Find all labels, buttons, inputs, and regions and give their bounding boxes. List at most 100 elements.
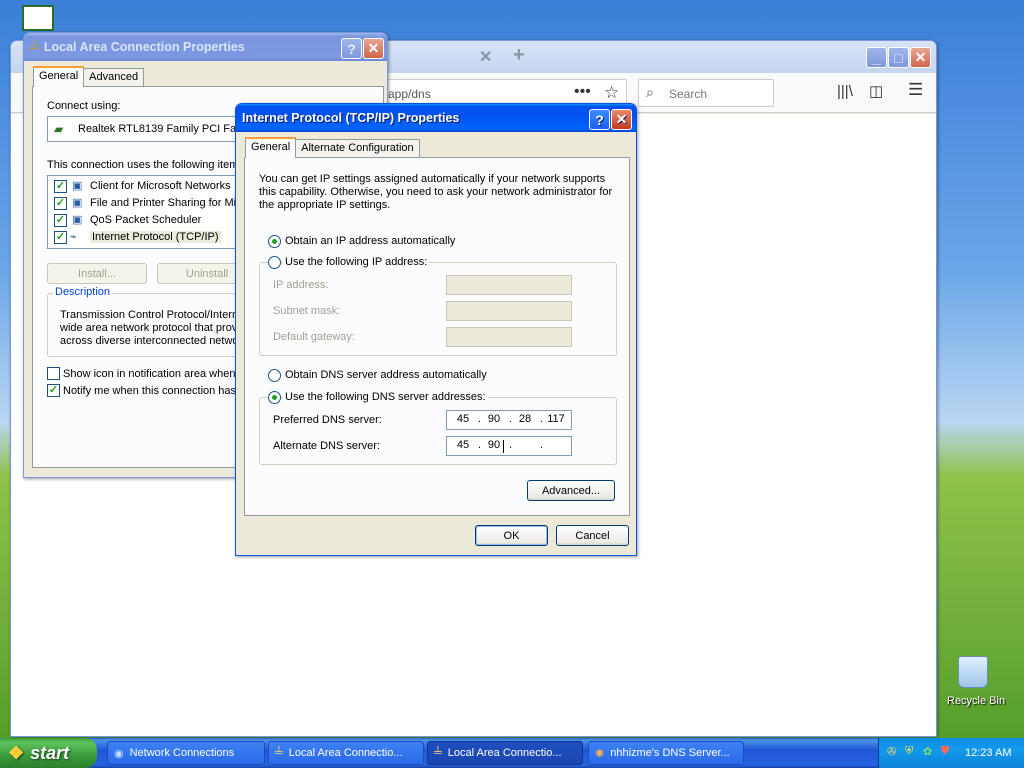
description-line: wide area network protocol that provi	[60, 322, 240, 334]
tray-network-icon[interactable]: ✇	[887, 745, 896, 758]
alternate-dns-label: Alternate DNS server:	[273, 440, 380, 452]
item-label-selected[interactable]: Internet Protocol (TCP/IP)	[90, 231, 221, 243]
taskbar-button-lac-2[interactable]: ╧ Local Area Connectio...	[427, 741, 583, 765]
obtain-dns-auto-radio[interactable]	[268, 369, 281, 382]
ip-octet: 117	[547, 413, 565, 425]
item-icon: ▣	[72, 214, 83, 226]
install-button[interactable]: Install...	[47, 263, 147, 284]
url-text: app/dns	[388, 87, 431, 101]
windows-logo-icon: ❖	[8, 742, 25, 763]
nic-icon: ▰	[54, 122, 64, 136]
preferred-dns-field[interactable]: 45 . 90 . 28 . 117	[446, 410, 572, 430]
help-button[interactable]: ?	[341, 38, 362, 59]
ip-address-field[interactable]	[446, 275, 572, 295]
ip-address-label: IP address:	[273, 279, 329, 291]
help-button[interactable]: ?	[589, 109, 610, 130]
show-icon-label: Show icon in notification area when	[63, 368, 236, 380]
taskbar-button-network-connections[interactable]: ◉ Network Connections	[107, 741, 265, 765]
network-connections-icon: ◉	[114, 747, 124, 760]
tab-general[interactable]: General	[33, 66, 85, 87]
ip-dot: .	[509, 439, 513, 451]
ip-octet: 90	[487, 413, 501, 425]
tab-general[interactable]: General	[245, 137, 297, 158]
network-icon: ╧	[275, 747, 283, 759]
taskbar-button-dns-server[interactable]: ✺ nhhizme's DNS Server...	[588, 741, 744, 765]
use-following-ip-label[interactable]: Use the following IP address:	[283, 256, 430, 268]
adapter-name: Realtek RTL8139 Family PCI Fas	[78, 123, 242, 135]
ok-button[interactable]: OK	[475, 525, 548, 546]
close-button[interactable]: ✕	[611, 109, 632, 130]
recycle-bin-label: Recycle Bin	[947, 695, 1006, 707]
show-icon-checkbox[interactable]	[47, 367, 60, 380]
use-following-ip-radio[interactable]	[268, 256, 281, 269]
tcpip-title: Internet Protocol (TCP/IP) Properties	[242, 111, 460, 125]
taskbar-button-label: Local Area Connectio...	[447, 747, 562, 759]
obtain-ip-auto-label[interactable]: Obtain an IP address automatically	[285, 235, 455, 247]
item-label[interactable]: QoS Packet Scheduler	[90, 214, 201, 226]
tcpip-body: General Alternate Configuration You can …	[239, 132, 633, 552]
start-button[interactable]: ❖ start	[0, 738, 97, 768]
taskbar-button-label: nhhizme's DNS Server...	[610, 747, 730, 759]
maximize-button[interactable]: □	[888, 47, 909, 68]
tab-close-icon[interactable]: ✕	[479, 47, 492, 67]
item-label[interactable]: Client for Microsoft Networks	[90, 180, 231, 192]
item-label[interactable]: File and Printer Sharing for Mic	[90, 197, 242, 209]
tray-security-icon[interactable]: ⛨	[905, 745, 913, 758]
advanced-button[interactable]: Advanced...	[527, 480, 615, 501]
use-following-dns-label[interactable]: Use the following DNS server addresses:	[283, 391, 488, 403]
preferred-dns-label: Preferred DNS server:	[273, 414, 382, 426]
tray-shield-icon[interactable]: ⛊	[941, 745, 949, 758]
search-box[interactable]: ⌕ Search	[638, 79, 774, 107]
ip-dot: .	[540, 439, 544, 451]
item-checkbox[interactable]: ✓	[54, 231, 67, 244]
item-icon: ⌁	[70, 231, 77, 243]
taskbar: ❖ start ◉ Network Connections ╧ Local Ar…	[0, 738, 1024, 768]
tab-advanced[interactable]: Advanced	[83, 68, 145, 86]
alternate-dns-field[interactable]: 45 . 90 . .	[446, 436, 572, 456]
minimize-button[interactable]: _	[866, 47, 887, 68]
sidebar-icon[interactable]: ◫	[869, 82, 883, 100]
item-checkbox[interactable]: ✓	[54, 180, 67, 193]
intro-line: You can get IP settings assigned automat…	[259, 173, 606, 185]
subnet-mask-label: Subnet mask:	[273, 305, 341, 317]
description-line: across diverse interconnected netwo	[60, 335, 239, 347]
ip-octet: 28	[518, 413, 532, 425]
tcpip-titlebar[interactable]: Internet Protocol (TCP/IP) Properties ? …	[236, 104, 636, 132]
page-actions-icon[interactable]: •••	[574, 83, 591, 101]
tray-update-icon[interactable]: ✿	[923, 745, 932, 758]
default-gateway-label: Default gateway:	[273, 331, 355, 343]
default-gateway-field[interactable]	[446, 327, 572, 347]
item-icon: ▣	[72, 180, 83, 192]
description-title: Description	[53, 286, 113, 298]
item-checkbox[interactable]: ✓	[54, 197, 67, 210]
cancel-button[interactable]: Cancel	[556, 525, 629, 546]
intro-line: the appropriate IP settings.	[259, 199, 391, 211]
notify-label: Notify me when this connection has	[63, 385, 237, 397]
recycle-bin-icon[interactable]	[958, 656, 988, 688]
menu-icon[interactable]: ☰	[908, 80, 923, 100]
close-button[interactable]: ✕	[363, 38, 384, 59]
network-icon: ╧	[30, 40, 39, 54]
item-checkbox[interactable]: ✓	[54, 214, 67, 227]
desktop-icon-top[interactable]	[22, 5, 54, 31]
subnet-mask-field[interactable]	[446, 301, 572, 321]
uses-items-label: This connection uses the following items	[47, 159, 244, 171]
obtain-dns-auto-label[interactable]: Obtain DNS server address automatically	[285, 369, 487, 381]
tab-alternate-configuration[interactable]: Alternate Configuration	[295, 139, 420, 157]
description-line: Transmission Control Protocol/Interne	[60, 309, 245, 321]
notify-checkbox[interactable]: ✓	[47, 384, 60, 397]
lac-tabs: General Advanced	[33, 66, 145, 87]
close-button[interactable]: ✕	[910, 47, 931, 68]
new-tab-icon[interactable]: +	[513, 44, 525, 67]
tcpip-properties-window: Internet Protocol (TCP/IP) Properties ? …	[235, 103, 637, 556]
ip-octet: 45	[456, 439, 470, 451]
library-icon[interactable]: |||\	[837, 83, 853, 100]
network-icon: ╧	[434, 747, 442, 759]
lac-titlebar[interactable]: ╧ Local Area Connection Properties ? ✕	[24, 33, 387, 61]
bookmark-star-icon[interactable]: ☆	[604, 83, 619, 103]
use-following-dns-radio[interactable]	[268, 391, 281, 404]
obtain-ip-auto-radio[interactable]	[268, 235, 281, 248]
tcpip-tabs: General Alternate Configuration	[245, 137, 420, 158]
taskbar-button-lac-1[interactable]: ╧ Local Area Connectio...	[268, 741, 424, 765]
taskbar-button-label: Network Connections	[129, 747, 235, 759]
